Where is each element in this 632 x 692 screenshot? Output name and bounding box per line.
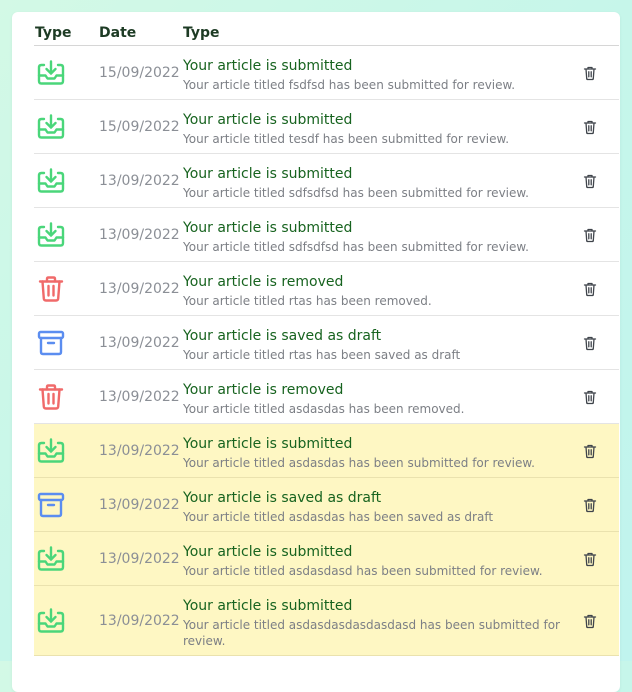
inbox-download-icon (36, 608, 66, 634)
trash-icon (36, 276, 66, 302)
row-date: 13/09/2022 (99, 389, 180, 405)
header-type: Type (35, 25, 72, 41)
row-title: Your article is submitted (183, 166, 353, 182)
row-title: Your article is submitted (183, 544, 353, 560)
table-body: 15/09/2022 Your article is submitted Your … (34, 46, 619, 656)
delete-icon[interactable] (582, 173, 598, 189)
table-row[interactable]: 15/09/2022 Your article is submitted Your … (34, 100, 619, 154)
delete-icon[interactable] (582, 227, 598, 243)
row-date: 13/09/2022 (99, 443, 180, 459)
delete-icon[interactable] (582, 443, 598, 459)
row-date: 13/09/2022 (99, 551, 180, 567)
row-date: 13/09/2022 (99, 173, 180, 189)
archive-icon (36, 330, 66, 356)
row-message: Your article titled asdasdas has been sa… (183, 510, 494, 524)
row-title: Your article is removed (183, 274, 344, 290)
row-title: Your article is submitted (183, 58, 353, 74)
table-row[interactable]: 13/09/2022 Your article is submitted Your … (34, 208, 619, 262)
row-title: Your article is submitted (183, 220, 353, 236)
row-date: 13/09/2022 (99, 497, 180, 513)
row-date: 13/09/2022 (99, 613, 180, 629)
row-message: Your article titled asdasdas has been su… (183, 456, 535, 470)
table-row[interactable]: 13/09/2022 Your article is submitted Your … (34, 424, 619, 478)
row-title: Your article is submitted (183, 112, 353, 128)
table-header: Type Date Type (34, 12, 619, 46)
row-date: 13/09/2022 (99, 281, 180, 297)
table-row[interactable]: 13/09/2022 Your article is removed Your ar… (34, 370, 619, 424)
row-date: 15/09/2022 (99, 119, 180, 135)
table-row[interactable]: 15/09/2022 Your article is submitted Your … (34, 46, 619, 100)
trash-icon (36, 384, 66, 410)
row-title: Your article is saved as draft (183, 328, 382, 344)
notifications-table: Type Date Type 15/09/2022 Your article is… (34, 12, 619, 656)
table-row[interactable]: 13/09/2022 Your article is saved as draft… (34, 478, 619, 532)
delete-icon[interactable] (582, 281, 598, 297)
inbox-download-icon (36, 114, 66, 140)
archive-icon (36, 492, 66, 518)
inbox-download-icon (36, 438, 66, 464)
delete-icon[interactable] (582, 335, 598, 351)
header-date: Date (99, 25, 137, 41)
row-message: Your article titled asdasdasd has been s… (183, 564, 543, 578)
header-type-message: Type (183, 25, 220, 41)
table-row[interactable]: 13/09/2022 Your article is removed Your ar… (34, 262, 619, 316)
row-message: Your article titled asdasdas has been re… (183, 402, 465, 416)
delete-icon[interactable] (582, 65, 598, 81)
delete-icon[interactable] (582, 119, 598, 135)
inbox-download-icon (36, 546, 66, 572)
inbox-download-icon (36, 168, 66, 194)
inbox-download-icon (36, 60, 66, 86)
row-title: Your article is submitted (183, 598, 353, 614)
row-title: Your article is saved as draft (183, 490, 382, 506)
table-row[interactable]: 13/09/2022 Your article is submitted Your … (34, 532, 619, 586)
row-message: Your article titled sdfsdfsd has been su… (183, 240, 529, 254)
row-date: 15/09/2022 (99, 65, 180, 81)
inbox-download-icon (36, 222, 66, 248)
row-message: Your article titled tesdf has been submi… (183, 132, 510, 146)
row-date: 13/09/2022 (99, 335, 180, 351)
notifications-card: Type Date Type 15/09/2022 Your article is… (12, 12, 620, 692)
delete-icon[interactable] (582, 613, 598, 629)
table-row[interactable]: 13/09/2022 Your article is submitted Your … (34, 154, 619, 208)
delete-icon[interactable] (582, 389, 598, 405)
table-row[interactable]: 13/09/2022 Your article is submitted Your … (34, 586, 619, 656)
row-title: Your article is removed (183, 382, 344, 398)
row-message: Your article titled fsdfsd has been subm… (183, 78, 516, 92)
delete-icon[interactable] (582, 551, 598, 567)
row-message: Your article titled sdfsdfsd has been su… (183, 186, 529, 200)
row-message: Your article titled rtas has been saved … (183, 348, 461, 362)
row-message: Your article titled rtas has been remove… (183, 294, 432, 308)
row-date: 13/09/2022 (99, 227, 180, 243)
table-row[interactable]: 13/09/2022 Your article is saved as draft… (34, 316, 619, 370)
delete-icon[interactable] (582, 497, 598, 513)
row-title: Your article is submitted (183, 436, 353, 452)
row-message: Your article titled asdasdasdasdasdasd h… (183, 618, 560, 648)
